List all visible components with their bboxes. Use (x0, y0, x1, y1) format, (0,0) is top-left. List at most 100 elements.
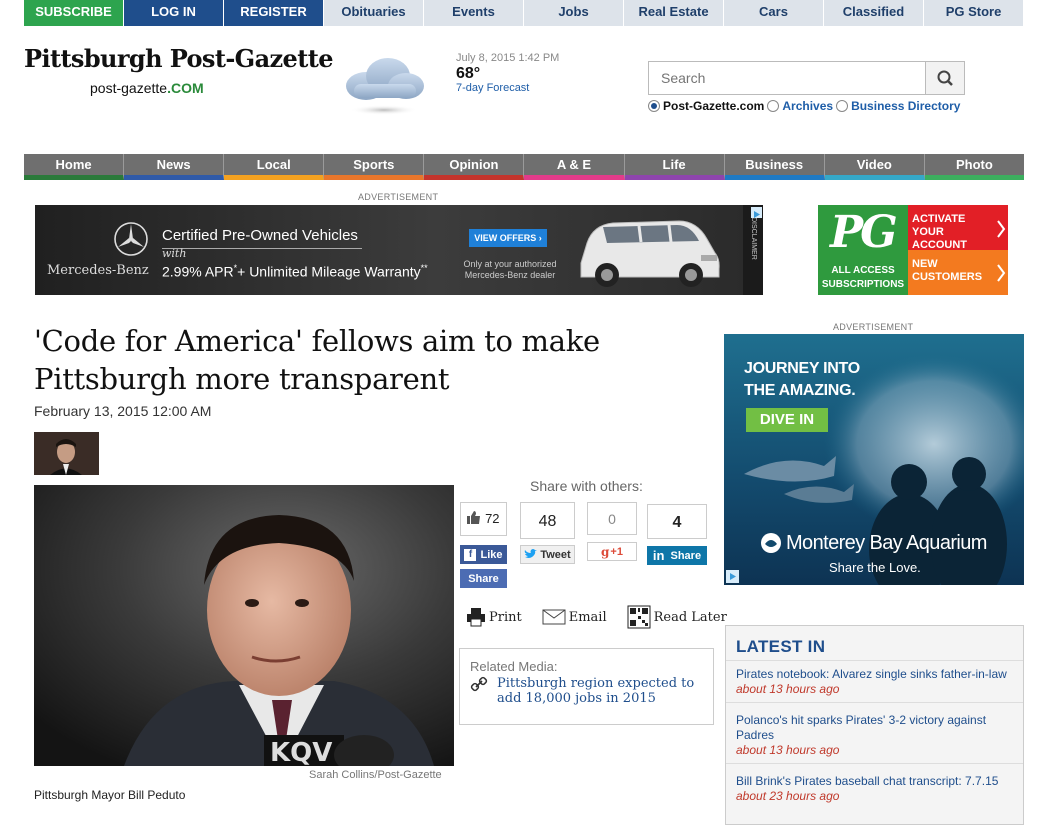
read-later-button[interactable]: Read Later (627, 605, 727, 629)
gplus-button[interactable]: g +1 (587, 542, 637, 561)
share-header: Share with others: (530, 478, 643, 494)
scope-label: Post-Gazette.com (663, 99, 765, 113)
nav-video[interactable]: Video (824, 154, 925, 180)
linkedin-share-button[interactable]: in Share (647, 546, 707, 565)
search-input[interactable] (648, 61, 926, 95)
domain-suffix: .COM (167, 80, 204, 96)
email-label: Email (568, 609, 607, 625)
weather-datetime: July 8, 2015 1:42 PM (456, 52, 560, 64)
new-customers-button[interactable]: NEW CUSTOMERS (908, 250, 1008, 295)
cars-link[interactable]: Cars (724, 0, 824, 26)
tweet-button[interactable]: Tweet (520, 545, 575, 564)
real-estate-link[interactable]: Real Estate (624, 0, 724, 26)
link-icon (470, 676, 488, 692)
mercedes-headline: Certified Pre-Owned Vehicles (162, 227, 362, 249)
mercedes-star-icon (114, 222, 148, 256)
main-nav: Home News Local Sports Opinion A & E Lif… (24, 154, 1024, 180)
activate-account-button[interactable]: ACTIVATE YOUR ACCOUNT (908, 205, 1008, 251)
scope-business-directory[interactable]: Business Directory (836, 99, 960, 113)
domain-prefix: post-gazette (90, 80, 168, 96)
aquarium-ad[interactable]: JOURNEY INTO THE AMAZING. DIVE IN Monter… (724, 334, 1024, 585)
article-thumbnail[interactable] (34, 432, 99, 475)
chevron-right-icon (997, 220, 1006, 238)
envelope-icon (542, 609, 566, 625)
aquarium-tagline: Share the Love. (829, 560, 921, 575)
email-button[interactable]: Email (542, 609, 607, 625)
site-domain[interactable]: post-gazette.COM (90, 80, 204, 96)
latest-item[interactable]: Pirates notebook: Alvarez single sinks f… (726, 660, 1023, 702)
nav-home[interactable]: Home (24, 154, 125, 180)
printer-icon (467, 608, 485, 627)
jobs-link[interactable]: Jobs (524, 0, 624, 26)
thumbs-up-icon (467, 504, 481, 536)
nav-life[interactable]: Life (624, 154, 725, 180)
pg-logo: PG (830, 207, 898, 258)
related-media-box: Related Media: Pittsburgh region expecte… (459, 648, 714, 725)
advertisement-label: ADVERTISEMENT (358, 192, 439, 202)
nav-local[interactable]: Local (224, 154, 325, 180)
article-date: February 13, 2015 12:00 AM (34, 403, 212, 419)
scope-archives[interactable]: Archives (767, 99, 833, 113)
nav-ae[interactable]: A & E (524, 154, 625, 180)
twitter-count: 48 (520, 502, 575, 539)
site-logo[interactable]: Pittsburgh Post-Gazette (24, 44, 333, 73)
subscribe-link[interactable]: SUBSCRIBE (24, 0, 124, 26)
login-link[interactable]: LOG IN (124, 0, 224, 26)
weather-temp: 68° (456, 65, 481, 82)
twitter-bird-icon (525, 549, 538, 558)
adchoices-icon[interactable] (751, 207, 762, 218)
gplus-label: +1 (610, 545, 623, 558)
related-media-link[interactable]: Pittsburgh region expected to add 18,000… (497, 676, 703, 706)
adchoices-icon[interactable] (726, 570, 739, 583)
article-headline: 'Code for America' fellows aim to make P… (34, 324, 600, 396)
linkedin-count: 4 (647, 504, 707, 539)
linkedin-label: Share (670, 549, 702, 562)
view-offers-button[interactable]: VIEW OFFERS › (469, 229, 547, 247)
pg-all-access-ad[interactable]: PG ALL ACCESS SUBSCRIPTIONS ACTIVATE YOU… (818, 205, 1008, 295)
disclaimer-text: DISCLAIMER (750, 217, 757, 260)
print-button[interactable]: Print (466, 607, 522, 627)
top-utility-nav: SUBSCRIBE LOG IN REGISTER Obituaries Eve… (24, 0, 1024, 26)
nav-sports[interactable]: Sports (324, 154, 425, 180)
related-media-header: Related Media: (470, 659, 558, 674)
mercedes-with: with (162, 247, 187, 260)
latest-item[interactable]: Polanco's hit sparks Pirates' 3-2 victor… (726, 702, 1023, 763)
thumbs-up-glyph (467, 510, 481, 524)
nav-opinion[interactable]: Opinion (424, 154, 525, 180)
nav-news[interactable]: News (124, 154, 225, 180)
radio-selected-icon (648, 100, 660, 112)
classified-link[interactable]: Classified (824, 0, 924, 26)
register-link[interactable]: REGISTER (224, 0, 324, 26)
latest-item-title[interactable]: Polanco's hit sparks Pirates' 3-2 victor… (736, 713, 1013, 743)
nav-photo[interactable]: Photo (924, 154, 1024, 180)
forecast-link[interactable]: 7-day Forecast (456, 82, 529, 94)
dive-in-button[interactable]: DIVE IN (746, 408, 828, 432)
thumbnail-image (34, 432, 99, 475)
mercedes-ad-banner[interactable]: Mercedes-Benz Certified Pre-Owned Vehicl… (35, 205, 763, 295)
chevron-right-icon (997, 264, 1006, 282)
advertisement-label: ADVERTISEMENT (833, 322, 914, 332)
obituaries-link[interactable]: Obituaries (324, 0, 424, 26)
pg-store-link[interactable]: PG Store (924, 0, 1024, 26)
events-link[interactable]: Events (424, 0, 524, 26)
print-label: Print (489, 609, 522, 625)
article-main-photo[interactable]: KQV (34, 485, 454, 766)
qr-code-icon (627, 605, 651, 629)
pg-access-panel: PG ALL ACCESS SUBSCRIPTIONS (818, 205, 908, 295)
latest-item-title[interactable]: Bill Brink's Pirates baseball chat trans… (736, 774, 1013, 789)
gplus-icon: g (601, 544, 610, 559)
facebook-share-button[interactable]: Share (460, 569, 507, 588)
nav-business[interactable]: Business (724, 154, 825, 180)
search-button[interactable] (925, 61, 965, 95)
offer-warranty: + Unlimited Mileage Warranty (237, 263, 421, 280)
latest-item[interactable]: Bill Brink's Pirates baseball chat trans… (726, 763, 1023, 809)
facebook-icon: f (464, 548, 477, 561)
aquarium-line2: THE AMAZING. (744, 382, 856, 399)
scope-postgazette[interactable]: Post-Gazette.com (648, 99, 764, 113)
microphone-logo-text: KQV (270, 738, 332, 766)
latest-item-title[interactable]: Pirates notebook: Alvarez single sinks f… (736, 667, 1013, 682)
facebook-like-button[interactable]: f Like (460, 545, 507, 564)
fb-like-label: Like (480, 548, 503, 561)
linkedin-icon: in (652, 548, 665, 563)
latest-item-time: about 13 hours ago (736, 743, 840, 757)
